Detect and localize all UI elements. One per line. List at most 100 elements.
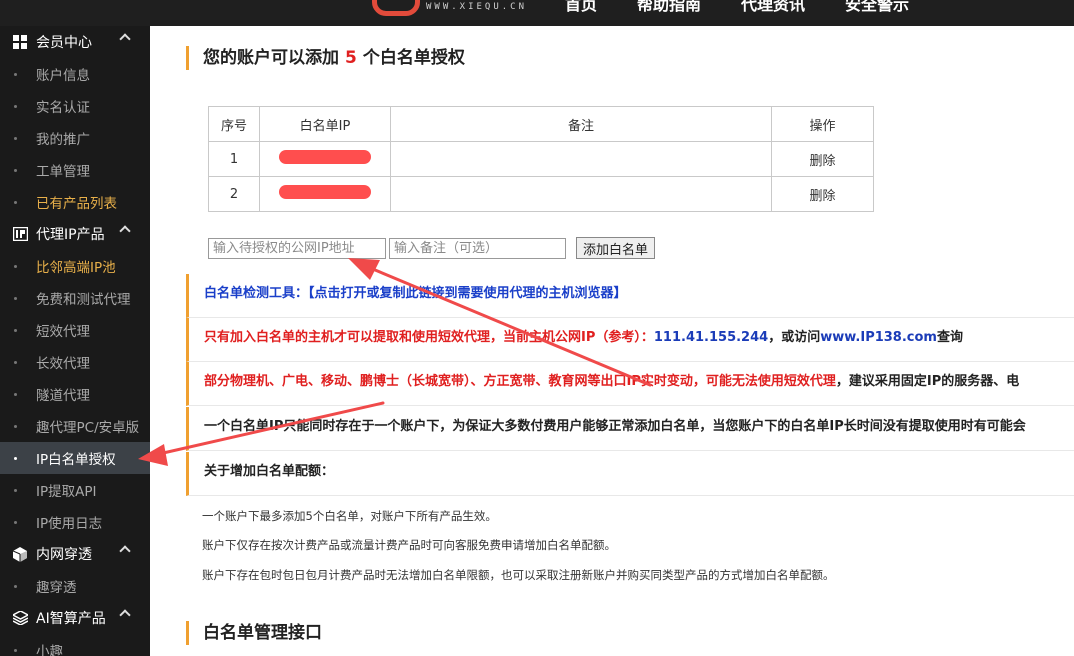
nav-security[interactable]: 安全警示	[845, 0, 909, 15]
bullet-icon	[14, 392, 17, 396]
sidebar-group-member[interactable]: 会员中心	[0, 26, 150, 58]
sidebar-item-label: 长效代理	[36, 356, 90, 372]
isp-suggestion-text: ，建议采用固定IP的服务器、电	[835, 374, 1020, 389]
sidebar-group-label: 内网穿透	[36, 547, 92, 563]
whitelist-table: 序号 白名单IP 备注 操作 1 删除 2 删除	[208, 106, 874, 212]
chevron-up-icon	[119, 545, 131, 557]
row-index: 1	[208, 141, 260, 177]
detect-tool-link[interactable]: 【点击打开或复制此链接到需要使用代理的主机浏览器】	[308, 286, 627, 301]
bullet-icon	[14, 200, 17, 204]
sidebar-item-xiaoqu[interactable]: 小趣	[0, 634, 150, 656]
sidebar-item-label: 短效代理	[36, 324, 90, 340]
sidebar-item-label: 趣穿透	[36, 580, 77, 596]
notice-quota-title: 关于增加白名单配额：	[186, 452, 1074, 496]
bullet-icon	[14, 136, 17, 140]
sidebar-item-verification[interactable]: 实名认证	[0, 90, 150, 122]
sidebar-group-ai[interactable]: AI智算产品	[0, 602, 150, 634]
sidebar-group-proxy-ip[interactable]: 代理IP产品	[0, 218, 150, 250]
notice-detect-tool: 白名单检测工具：【点击打开或复制此链接到需要使用代理的主机浏览器】	[186, 274, 1074, 318]
note-input[interactable]	[389, 237, 566, 259]
chevron-up-icon	[119, 609, 131, 621]
sidebar-item-label: 我的推广	[36, 132, 90, 148]
chevron-up-icon	[119, 225, 131, 237]
current-ip-value: 111.41.155.244	[653, 330, 769, 345]
row-note	[390, 176, 772, 212]
sidebar-item-label: 账户信息	[36, 68, 90, 84]
sidebar-item-label: 趣代理PC/安卓版	[36, 420, 140, 436]
sidebar-item-label: 实名认证	[36, 100, 90, 116]
sidebar-item-products[interactable]: 已有产品列表	[0, 186, 150, 218]
table-header-row: 序号 白名单IP 备注 操作	[208, 106, 874, 142]
nav-help[interactable]: 帮助指南	[637, 0, 701, 15]
bullet-icon	[14, 520, 17, 524]
sidebar-item-short-proxy[interactable]: 短效代理	[0, 314, 150, 346]
quota-line: 账户下仅存在按次计费产品或流量计费产品时可向客服免费申请增加白名单配额。	[202, 538, 616, 552]
bullet-icon	[14, 360, 17, 364]
row-ip	[259, 176, 391, 212]
quota-line: 账户下存在包时包日包月计费产品时无法增加白名单限额，也可以采取注册新账户并购买同…	[202, 568, 835, 582]
bullet-icon	[14, 648, 17, 652]
whitelist-quota-count: 5	[345, 48, 357, 68]
sidebar-item-label: 隧道代理	[36, 388, 90, 404]
sidebar-item-ip-whitelist[interactable]: IP白名单授权	[0, 442, 150, 474]
bullet-icon	[14, 584, 17, 588]
grid-icon	[12, 34, 28, 50]
sidebar-item-label: IP白名单授权	[36, 452, 116, 468]
sidebar-item-free-proxy[interactable]: 免费和测试代理	[0, 282, 150, 314]
table-row: 1 删除	[208, 141, 874, 177]
col-index-header: 序号	[208, 106, 260, 142]
ip138-link[interactable]: www.IP138.com	[820, 330, 937, 345]
bullet-icon	[14, 296, 17, 300]
notice-current-ip: 只有加入白名单的主机才可以提取和使用短效代理，当前主机公网IP（参考）：111.…	[186, 318, 1074, 362]
isp-warning-text: 部分物理机、广电、移动、鹏博士（长城宽带）、方正宽带、教育网等出口IP实时变动，…	[204, 374, 836, 389]
sidebar-item-label: 比邻高端IP池	[36, 260, 116, 276]
sidebar-item-label: IP使用日志	[36, 516, 103, 532]
visit-text: ，或访问	[768, 330, 821, 345]
ip-icon	[12, 226, 28, 242]
notice-isp-warning: 部分物理机、广电、移动、鹏博士（长城宽带）、方正宽带、教育网等出口IP实时变动，…	[186, 362, 1074, 406]
sidebar-item-promotion[interactable]: 我的推广	[0, 122, 150, 154]
col-ip-header: 白名单IP	[259, 106, 391, 142]
sidebar-item-ip-log[interactable]: IP使用日志	[0, 506, 150, 538]
sidebar-group-label: AI智算产品	[36, 611, 106, 627]
ip-input[interactable]	[208, 237, 386, 259]
page-title: 您的账户可以添加 5 个白名单授权	[186, 46, 465, 70]
logo-text: WWW.XIEQU.CN	[426, 2, 528, 12]
sidebar: 会员中心 账户信息 实名认证 我的推广 工单管理 已有产品列表 代理IP产品 比…	[0, 26, 150, 656]
col-action-header: 操作	[771, 106, 874, 142]
delete-button[interactable]: 删除	[771, 176, 874, 212]
sidebar-item-tunnel-proxy[interactable]: 隧道代理	[0, 378, 150, 410]
nav-news[interactable]: 代理资讯	[741, 0, 805, 15]
sidebar-item-long-proxy[interactable]: 长效代理	[0, 346, 150, 378]
row-ip	[259, 141, 391, 177]
top-bar: WWW.XIEQU.CN 首页 帮助指南 代理资讯 安全警示	[0, 0, 1074, 26]
main-content: 您的账户可以添加 5 个白名单授权 序号 白名单IP 备注 操作 1 删除 2 删除…	[150, 26, 1074, 656]
sidebar-item-premium-pool[interactable]: 比邻高端IP池	[0, 250, 150, 282]
delete-button[interactable]: 删除	[771, 141, 874, 177]
title-suffix: 个白名单授权	[362, 48, 465, 68]
single-account-text: 一个白名单IP只能同时存在于一个账户下，为保证大多数付费用户能够正常添加白名单，…	[204, 419, 1026, 434]
current-ip-text: 只有加入白名单的主机才可以提取和使用短效代理，当前主机公网IP（参考）：	[204, 330, 654, 345]
sidebar-group-intranet[interactable]: 内网穿透	[0, 538, 150, 570]
bullet-icon	[14, 264, 17, 268]
table-row: 2 删除	[208, 176, 874, 212]
add-whitelist-form: 添加白名单	[208, 237, 656, 259]
bullet-icon	[14, 424, 17, 428]
bullet-icon	[14, 456, 17, 460]
sidebar-item-ip-api[interactable]: IP提取API	[0, 474, 150, 506]
bullet-icon	[14, 72, 17, 76]
sidebar-item-tickets[interactable]: 工单管理	[0, 154, 150, 186]
detect-tool-label: 白名单检测工具：	[204, 286, 309, 301]
sidebar-group-label: 会员中心	[36, 35, 92, 51]
sidebar-item-account-info[interactable]: 账户信息	[0, 58, 150, 90]
sidebar-item-label: 工单管理	[36, 164, 90, 180]
sidebar-item-label: 免费和测试代理	[36, 292, 131, 308]
add-whitelist-button[interactable]: 添加白名单	[576, 237, 656, 259]
query-text: 查询	[936, 330, 963, 345]
sidebar-item-penetration[interactable]: 趣穿透	[0, 570, 150, 602]
nav-home[interactable]: 首页	[565, 0, 597, 15]
sidebar-item-client-app[interactable]: 趣代理PC/安卓版	[0, 410, 150, 442]
row-note	[390, 141, 772, 177]
logo[interactable]	[372, 0, 420, 16]
chevron-up-icon	[119, 33, 131, 45]
